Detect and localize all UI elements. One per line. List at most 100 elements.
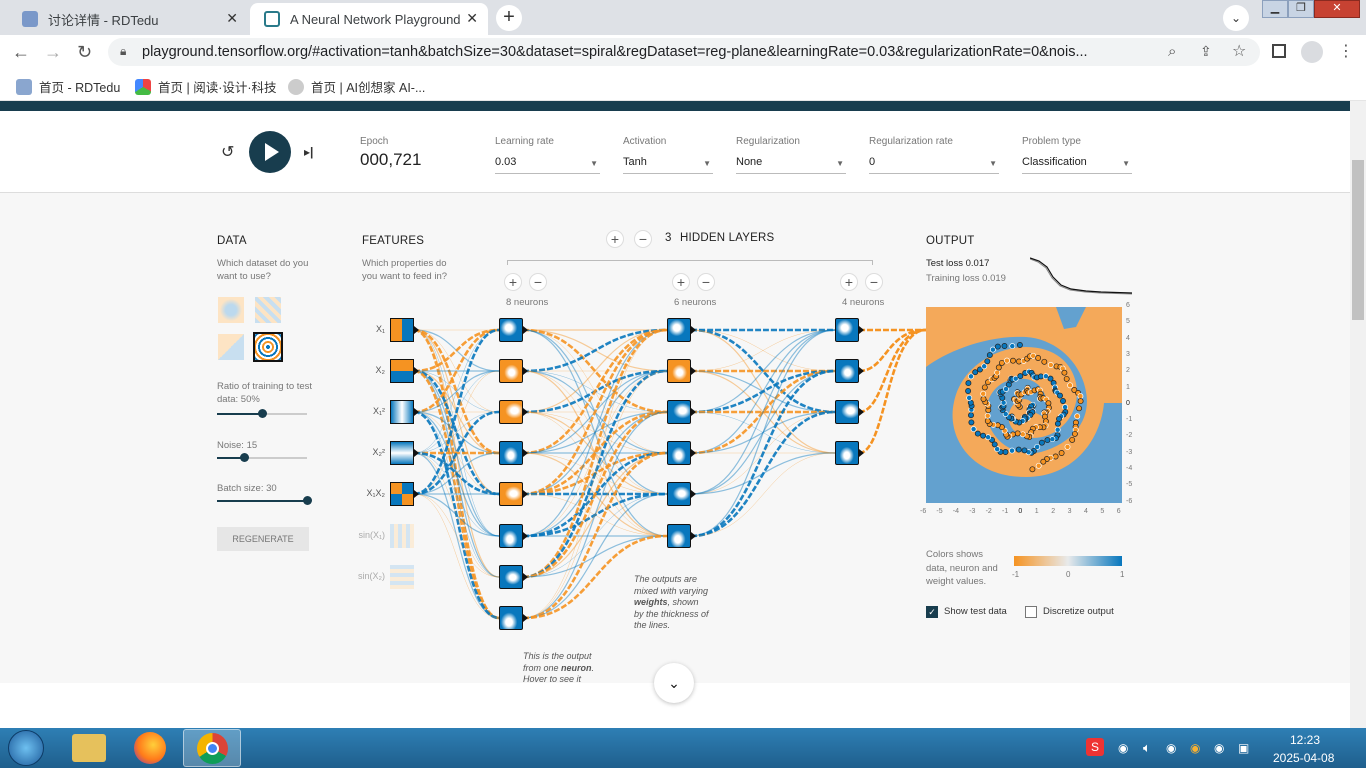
network-icon[interactable]: ▣ [1238,741,1249,755]
feature-node[interactable] [390,400,414,424]
spiral-dataset-thumb[interactable] [253,332,283,362]
weight-line[interactable] [858,328,927,455]
neuron-node[interactable] [667,441,691,465]
tray-app-icon[interactable]: ◉ [1166,741,1176,755]
neuron-node[interactable] [499,441,523,465]
neuron-node[interactable] [835,318,859,342]
reload-icon[interactable]: ↻ [77,42,92,63]
gauss-dataset-thumb[interactable] [218,334,244,360]
clock-time[interactable]: 12:23 [1290,733,1320,747]
neuron-node[interactable] [667,524,691,548]
scrollbar-thumb[interactable] [1352,160,1364,320]
weight-line[interactable] [690,329,836,537]
neuron-node[interactable] [499,565,523,589]
neuron-node[interactable] [667,400,691,424]
neuron-node[interactable] [835,400,859,424]
tab-rdtedu[interactable]: 讨论详情 - RDTedu ✕ [8,3,248,35]
weight-line[interactable] [690,452,836,537]
slider-handle[interactable] [258,409,267,418]
add-neuron-button[interactable]: + [672,273,690,291]
maximize-button[interactable]: ❐ [1288,0,1314,18]
activation-select[interactable]: Tanh ▼ [623,156,713,174]
tab-search-button[interactable]: ⌄ [1223,5,1249,31]
minimize-button[interactable]: ▁ [1262,0,1288,18]
regularization-select[interactable]: None ▼ [736,156,846,174]
weight-line[interactable] [413,493,500,578]
bookmark-ai[interactable]: 首页 | AI创想家 AI-... [288,77,425,96]
feature-node[interactable] [390,524,414,548]
remove-neuron-button[interactable]: − [529,273,547,291]
slider-handle[interactable] [303,496,312,505]
feature-node[interactable] [390,565,414,589]
scroll-down-button[interactable]: ⌄ [654,663,694,703]
reset-icon[interactable]: ↺ [221,142,234,162]
chrome-taskbar-button[interactable] [183,729,241,767]
discretize-checkbox[interactable] [1025,606,1037,618]
firefox-icon[interactable] [134,732,166,764]
neuron-node[interactable] [499,524,523,548]
weight-line[interactable] [690,410,836,538]
tab-playground[interactable]: A Neural Network Playground ✕ [250,3,488,35]
ime-icon[interactable]: S [1086,738,1104,756]
neuron-node[interactable] [499,400,523,424]
slider-handle[interactable] [240,453,249,462]
weight-line[interactable] [690,369,836,538]
remove-neuron-button[interactable]: − [865,273,883,291]
tray-app-icon[interactable]: ◉ [1214,741,1224,755]
weight-line[interactable] [858,328,927,414]
neuron-node[interactable] [499,482,523,506]
close-window-button[interactable]: ✕ [1314,0,1360,18]
weight-line[interactable] [858,328,927,373]
add-neuron-button[interactable]: + [504,273,522,291]
volume-icon[interactable]: 🔈︎ [1143,740,1151,756]
regenerate-button[interactable]: REGENERATE [217,527,309,551]
feature-node[interactable] [390,482,414,506]
remove-neuron-button[interactable]: − [697,273,715,291]
clock-date[interactable]: 2025-04-08 [1273,751,1334,765]
feature-node[interactable] [390,441,414,465]
learning-rate-select[interactable]: 0.03 ▼ [495,156,600,174]
add-layer-button[interactable]: + [606,230,624,248]
forward-icon[interactable]: → [44,42,62,63]
play-button[interactable] [249,131,291,173]
side-panel-icon[interactable] [1272,44,1286,58]
problem-type-select[interactable]: Classification ▼ [1022,156,1132,174]
close-tab-icon[interactable]: ✕ [466,10,478,27]
neuron-node[interactable] [835,441,859,465]
new-tab-button[interactable]: + [496,5,522,31]
neuron-node[interactable] [835,359,859,383]
address-bar[interactable]: 🔒︎ playground.tensorflow.org/#activation… [108,38,1260,66]
share-icon[interactable]: ⇪ [1200,43,1212,60]
step-icon[interactable]: ▸| [304,145,313,159]
start-button[interactable] [8,730,44,766]
profile-avatar[interactable] [1301,41,1323,63]
file-explorer-icon[interactable] [72,734,106,762]
ratio-slider[interactable] [217,409,307,418]
show-test-checkbox[interactable]: ✓ [926,606,938,618]
feature-node[interactable] [390,318,414,342]
regularization-rate-select[interactable]: 0 ▼ [869,156,999,174]
xor-dataset-thumb[interactable] [255,297,281,323]
remove-layer-button[interactable]: − [634,230,652,248]
weight-line[interactable] [522,329,668,537]
tray-app-icon[interactable]: ◉ [1190,741,1200,755]
bookmark-design[interactable]: 首页 | 阅读·设计·科技 [135,77,277,96]
batch-slider[interactable] [217,496,312,505]
menu-icon[interactable]: ⋮ [1338,41,1354,61]
neuron-node[interactable] [499,318,523,342]
bookmark-rdtedu[interactable]: 首页 - RDTedu [16,77,120,96]
circle-dataset-thumb[interactable] [218,297,244,323]
add-neuron-button[interactable]: + [840,273,858,291]
neuron-node[interactable] [667,482,691,506]
close-tab-icon[interactable]: ✕ [226,10,238,27]
tray-app-icon[interactable]: ◉ [1118,741,1128,755]
neuron-node[interactable] [667,318,691,342]
zoom-icon[interactable]: ⌕ [1168,43,1176,60]
neuron-node[interactable] [667,359,691,383]
feature-node[interactable] [390,359,414,383]
neuron-node[interactable] [499,359,523,383]
neuron-node[interactable] [499,606,523,630]
back-icon[interactable]: ← [12,42,30,63]
bookmark-star-icon[interactable]: ☆ [1232,41,1246,61]
noise-slider[interactable] [217,453,307,462]
